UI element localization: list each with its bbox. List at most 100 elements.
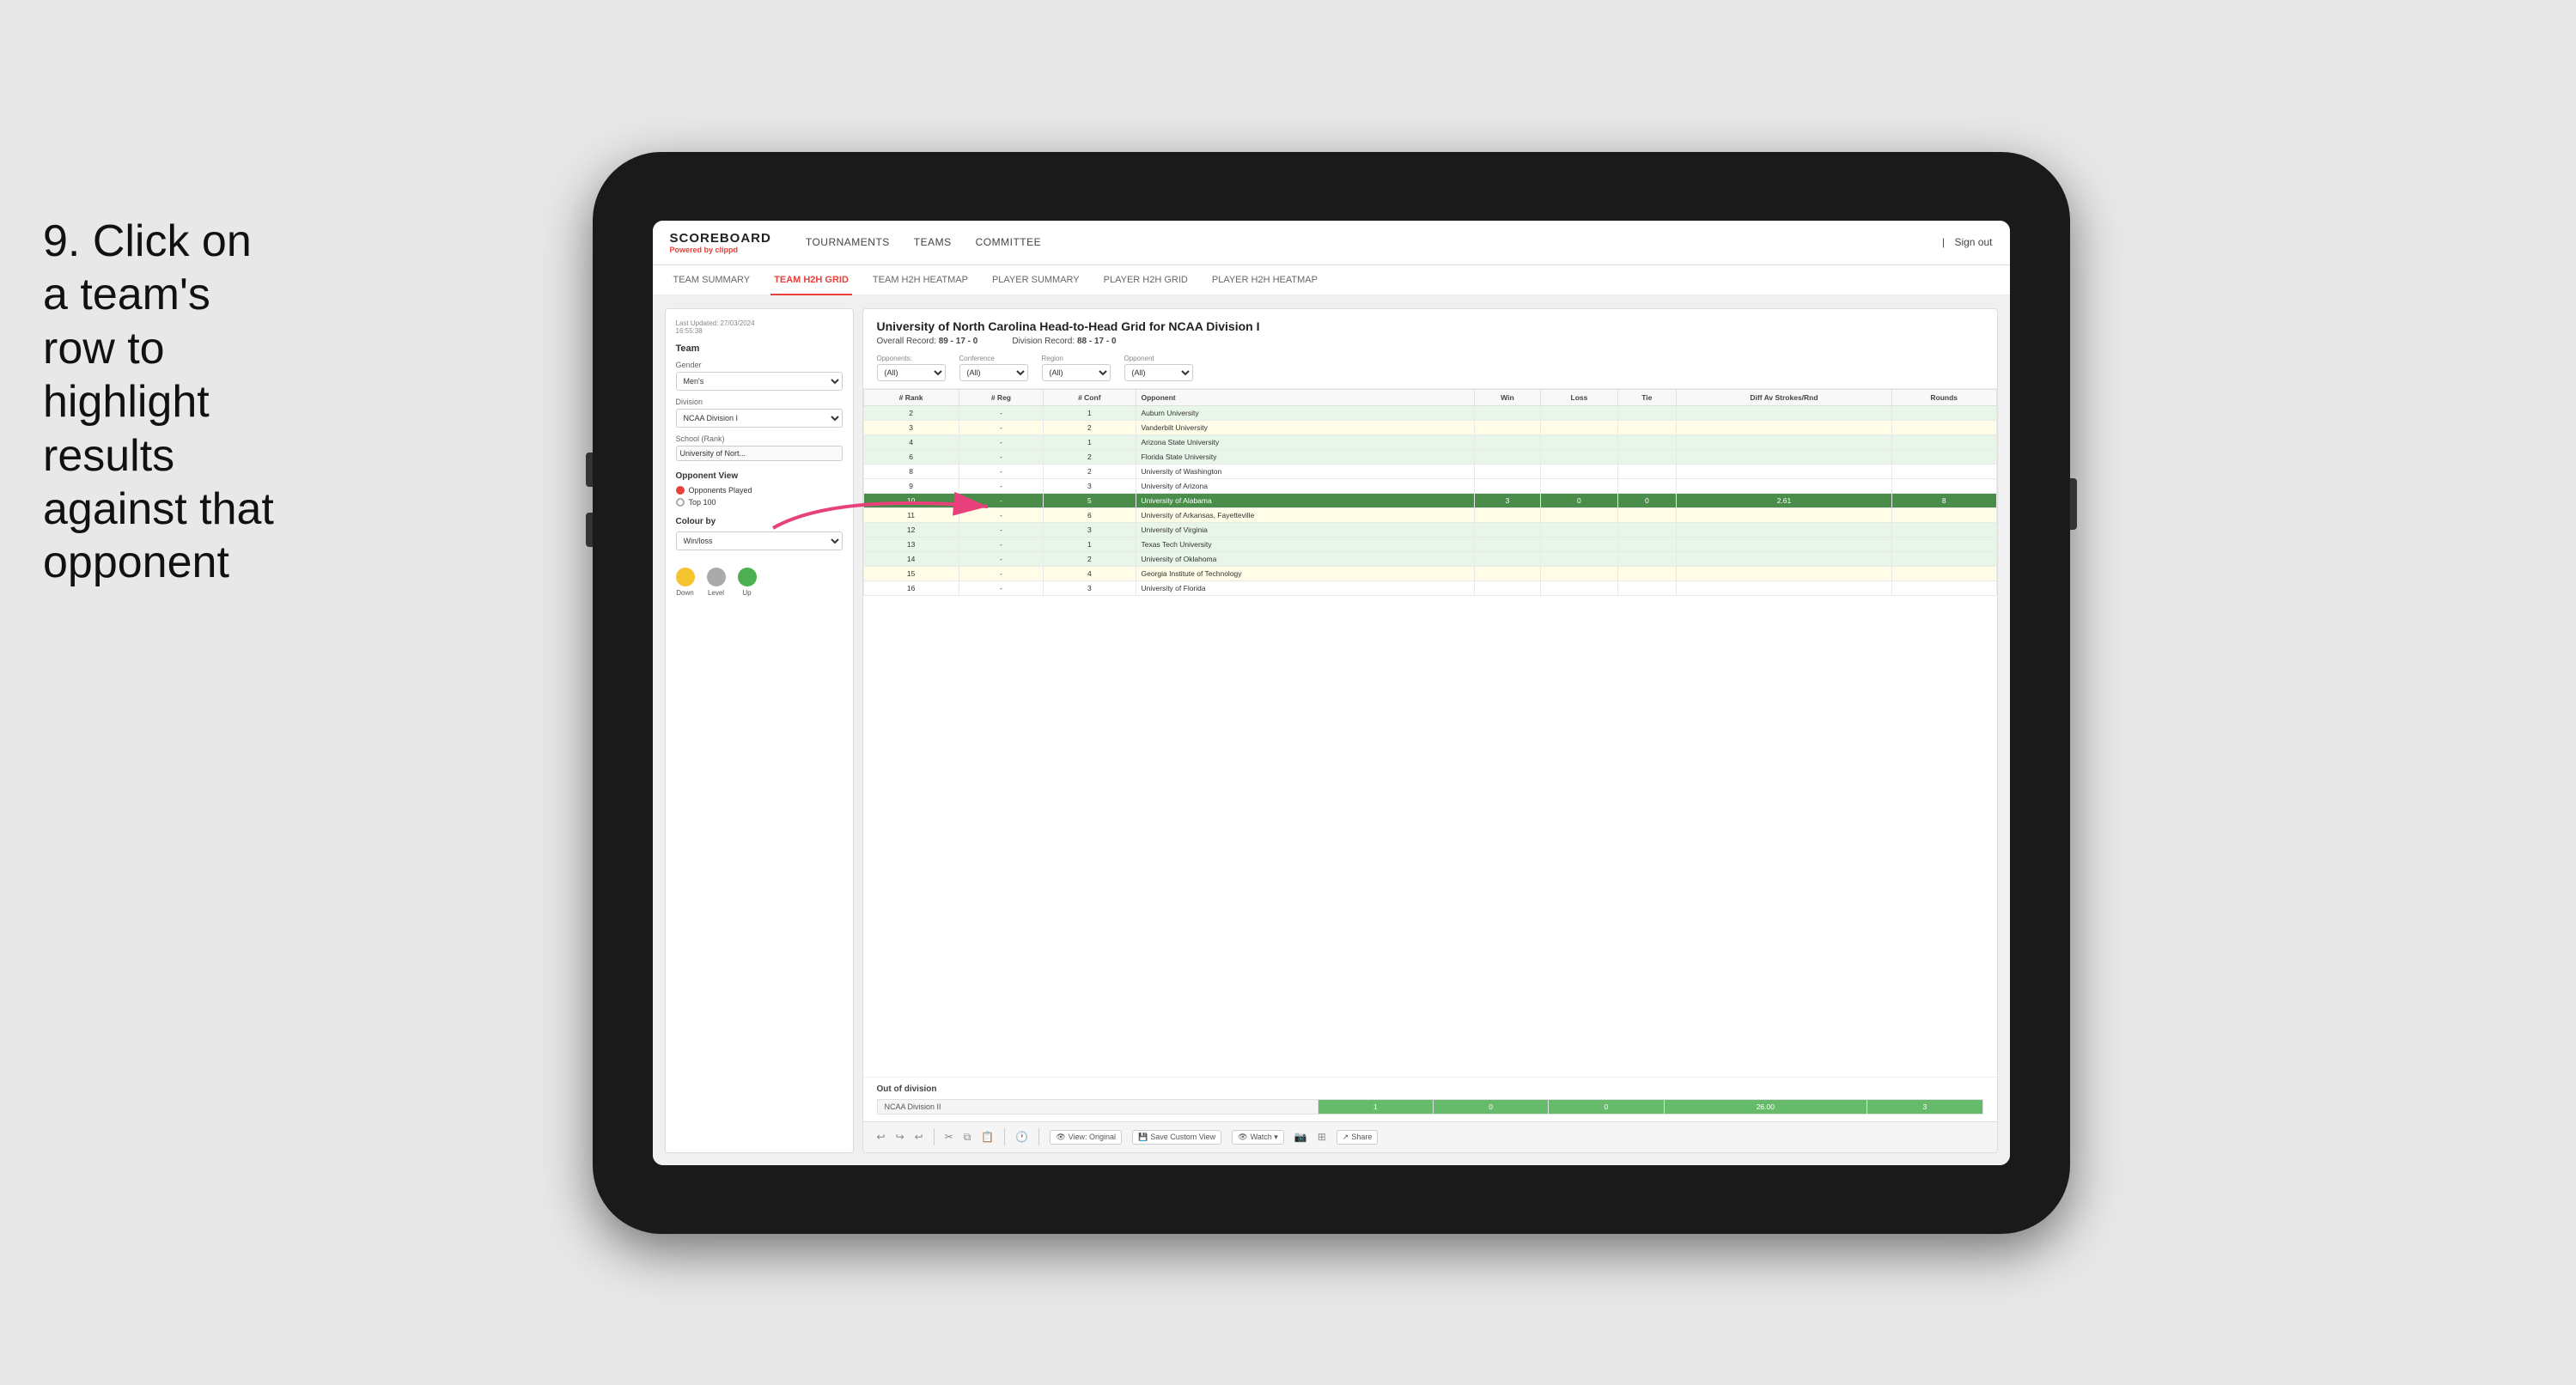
left-panel: Last Updated: 27/03/2024 16:55:38 Team G… bbox=[665, 308, 854, 1153]
clock-icon[interactable]: 🕐 bbox=[1015, 1131, 1028, 1143]
win-cell bbox=[1474, 449, 1541, 464]
loss-cell bbox=[1541, 478, 1617, 493]
reg-cell: - bbox=[959, 493, 1043, 507]
nav-teams[interactable]: TEAMS bbox=[914, 233, 952, 252]
rank-cell: 4 bbox=[863, 434, 959, 449]
rank-cell: 14 bbox=[863, 551, 959, 566]
diff-cell: 2.61 bbox=[1677, 493, 1892, 507]
nav-committee[interactable]: COMMITTEE bbox=[976, 233, 1042, 252]
opponent-cell: University of Arizona bbox=[1136, 478, 1474, 493]
copy-icon[interactable]: ⧉ bbox=[964, 1131, 971, 1144]
conf-cell: 3 bbox=[1044, 580, 1136, 595]
rounds-cell bbox=[1891, 420, 1996, 434]
conf-cell: 2 bbox=[1044, 464, 1136, 478]
diff-cell bbox=[1677, 537, 1892, 551]
conference-label: Conference bbox=[959, 355, 1028, 362]
main-content: Last Updated: 27/03/2024 16:55:38 Team G… bbox=[653, 296, 2010, 1165]
loss-cell bbox=[1541, 566, 1617, 580]
scissors-icon[interactable]: ✂ bbox=[945, 1131, 953, 1143]
conf-cell: 1 bbox=[1044, 405, 1136, 420]
division-select[interactable]: NCAA Division I bbox=[676, 409, 843, 428]
table-row[interactable]: 11-6University of Arkansas, Fayetteville bbox=[863, 507, 1996, 522]
win-cell: 3 bbox=[1474, 493, 1541, 507]
tie-cell bbox=[1617, 478, 1676, 493]
conf-cell: 3 bbox=[1044, 522, 1136, 537]
table-row[interactable]: 2-1Auburn University bbox=[863, 405, 1996, 420]
team-section-title: Team bbox=[676, 343, 843, 354]
rounds-cell bbox=[1891, 566, 1996, 580]
table-row[interactable]: 16-3University of Florida bbox=[863, 580, 1996, 595]
table-row[interactable]: 10-5University of Alabama3002.618 bbox=[863, 493, 1996, 507]
reg-cell: - bbox=[959, 580, 1043, 595]
grid-icon[interactable]: ⊞ bbox=[1318, 1131, 1326, 1143]
conf-cell: 2 bbox=[1044, 449, 1136, 464]
sign-out-link[interactable]: Sign out bbox=[1954, 236, 1992, 248]
radio-top100[interactable]: Top 100 bbox=[676, 498, 843, 507]
rounds-cell bbox=[1891, 551, 1996, 566]
loss-cell bbox=[1541, 449, 1617, 464]
nav-tournaments[interactable]: TOURNAMENTS bbox=[806, 233, 890, 252]
school-label: School (Rank) bbox=[676, 434, 843, 443]
tab-player-h2h-grid[interactable]: PLAYER H2H GRID bbox=[1100, 266, 1191, 295]
table-row[interactable]: 15-4Georgia Institute of Technology bbox=[863, 566, 1996, 580]
undo2-icon[interactable]: ↩ bbox=[915, 1131, 923, 1143]
paste-icon[interactable]: 📋 bbox=[981, 1131, 994, 1143]
tab-player-h2h-heatmap[interactable]: PLAYER H2H HEATMAP bbox=[1209, 266, 1321, 295]
table-row[interactable]: 14-2University of Oklahoma bbox=[863, 551, 1996, 566]
table-row[interactable]: 4-1Arizona State University bbox=[863, 434, 1996, 449]
rounds-cell bbox=[1891, 405, 1996, 420]
colour-by-title: Colour by bbox=[676, 517, 843, 526]
tab-team-h2h-heatmap[interactable]: TEAM H2H HEATMAP bbox=[869, 266, 971, 295]
rank-cell: 11 bbox=[863, 507, 959, 522]
gender-label: Gender bbox=[676, 361, 843, 369]
tab-team-h2h-grid[interactable]: TEAM H2H GRID bbox=[770, 266, 852, 295]
table-row[interactable]: 3-2Vanderbilt University bbox=[863, 420, 1996, 434]
radio-opponents-played[interactable]: Opponents Played bbox=[676, 486, 843, 495]
table-row[interactable]: 9-3University of Arizona bbox=[863, 478, 1996, 493]
reg-cell: - bbox=[959, 405, 1043, 420]
opponent-cell: Auburn University bbox=[1136, 405, 1474, 420]
undo-icon[interactable]: ↩ bbox=[877, 1131, 886, 1143]
region-select[interactable]: (All) bbox=[1042, 364, 1111, 381]
diff-cell: 26.00 bbox=[1664, 1099, 1867, 1114]
opponent-select[interactable]: (All) bbox=[1124, 364, 1193, 381]
out-division-row[interactable]: NCAA Division II10026.003 bbox=[877, 1099, 1982, 1114]
conference-select[interactable]: (All) bbox=[959, 364, 1028, 381]
tab-team-summary[interactable]: TEAM SUMMARY bbox=[670, 266, 754, 295]
opponents-select[interactable]: (All) bbox=[877, 364, 946, 381]
filter-conference: Conference (All) bbox=[959, 355, 1028, 381]
legend-up: Up bbox=[738, 568, 757, 597]
conf-cell: 2 bbox=[1044, 420, 1136, 434]
table-row[interactable]: 6-2Florida State University bbox=[863, 449, 1996, 464]
table-row[interactable]: 8-2University of Washington bbox=[863, 464, 1996, 478]
loss-cell bbox=[1541, 522, 1617, 537]
camera-icon[interactable]: 📷 bbox=[1294, 1131, 1307, 1143]
reg-cell: - bbox=[959, 551, 1043, 566]
table-wrapper: # Rank # Reg # Conf Opponent Win Loss Ti… bbox=[863, 389, 1997, 1077]
toolbar-divider2 bbox=[1004, 1128, 1005, 1145]
diff-cell bbox=[1677, 522, 1892, 537]
reg-cell: - bbox=[959, 507, 1043, 522]
watch-icon: 👁 bbox=[1238, 1133, 1247, 1142]
table-row[interactable]: 13-1Texas Tech University bbox=[863, 537, 1996, 551]
tie-cell bbox=[1617, 522, 1676, 537]
eye-icon: 👁 bbox=[1056, 1133, 1065, 1142]
colour-by-select[interactable]: Win/loss bbox=[676, 532, 843, 550]
opponent-cell: Georgia Institute of Technology bbox=[1136, 566, 1474, 580]
save-custom-view-btn[interactable]: 💾 Save Custom View bbox=[1132, 1130, 1221, 1145]
table-row[interactable]: 12-3University of Virginia bbox=[863, 522, 1996, 537]
legend-dot-up bbox=[738, 568, 757, 586]
tab-player-summary[interactable]: PLAYER SUMMARY bbox=[989, 266, 1083, 295]
gender-select[interactable]: Men's bbox=[676, 372, 843, 391]
opponent-cell: University of Virginia bbox=[1136, 522, 1474, 537]
watch-btn[interactable]: 👁 Watch ▾ bbox=[1232, 1130, 1284, 1145]
share-btn[interactable]: ↗ Share bbox=[1337, 1130, 1379, 1145]
rank-cell: 3 bbox=[863, 420, 959, 434]
redo-icon[interactable]: ↪ bbox=[896, 1131, 904, 1143]
tie-cell bbox=[1617, 580, 1676, 595]
view-original-btn[interactable]: 👁 View: Original bbox=[1050, 1130, 1122, 1145]
rank-cell: 12 bbox=[863, 522, 959, 537]
diff-cell bbox=[1677, 507, 1892, 522]
reg-cell: - bbox=[959, 478, 1043, 493]
opponent-cell: University of Alabama bbox=[1136, 493, 1474, 507]
